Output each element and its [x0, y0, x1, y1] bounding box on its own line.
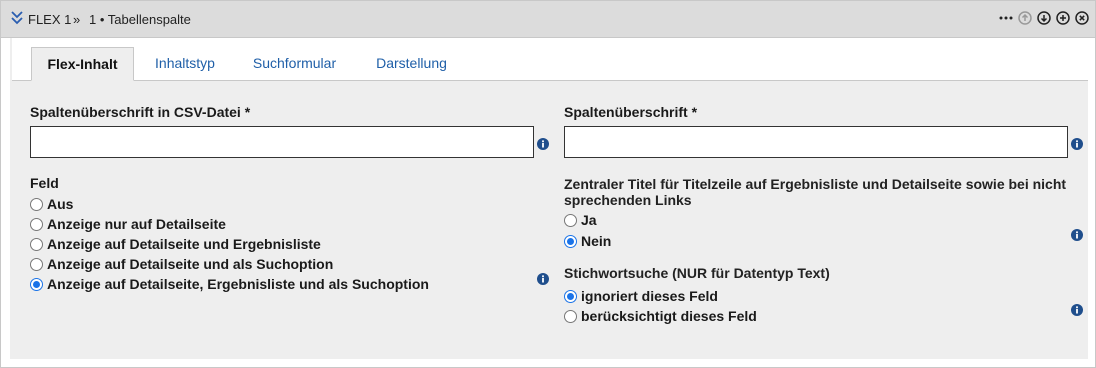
- radio-button[interactable]: [30, 237, 43, 251]
- radio-label: Ja: [581, 212, 597, 228]
- tab-bar: Flex-Inhalt Inhaltstyp Suchformular Dars…: [12, 38, 1088, 81]
- tab-inhaltstyp[interactable]: Inhaltstyp: [142, 47, 228, 80]
- feld-option-detail-ergebnis-suche[interactable]: Anzeige auf Detailseite, Ergebnisliste u…: [30, 275, 429, 293]
- keyword-search-label: Stichwortsuche (NUR für Datentyp Text): [564, 265, 830, 281]
- info-icon[interactable]: [537, 138, 549, 150]
- panel-content: Flex-Inhalt Inhaltstyp Suchformular Dars…: [10, 38, 1088, 359]
- feld-option-detail-ergebnis[interactable]: Anzeige auf Detailseite und Ergebnislist…: [30, 235, 321, 253]
- keyword-option-beruecksichtigt[interactable]: berücksichtigt dieses Feld: [564, 307, 757, 325]
- radio-button[interactable]: [564, 289, 577, 303]
- move-up-icon[interactable]: [1018, 11, 1032, 25]
- more-icon[interactable]: [999, 11, 1013, 25]
- central-title-label-line1: Zentraler Titel für Titelzeile auf Ergeb…: [564, 176, 1067, 192]
- header-actions: [999, 11, 1089, 25]
- csv-header-input[interactable]: [30, 126, 534, 158]
- panel-title: FLEX 1: [28, 12, 72, 27]
- radio-label: berücksichtigt dieses Feld: [581, 308, 757, 324]
- flex-panel: FLEX 1 » 1 • Tabellenspalte Flex-Inhalt …: [0, 0, 1096, 368]
- radio-button[interactable]: [564, 213, 577, 227]
- info-icon[interactable]: [1071, 304, 1083, 316]
- info-icon[interactable]: [1071, 138, 1083, 150]
- info-icon[interactable]: [1071, 229, 1083, 241]
- radio-button[interactable]: [564, 234, 577, 248]
- radio-label: Anzeige nur auf Detailseite: [47, 216, 226, 232]
- feld-label: Feld: [30, 175, 59, 191]
- breadcrumb-separator: »: [73, 12, 81, 27]
- radio-button[interactable]: [30, 217, 43, 231]
- radio-label: Aus: [47, 196, 74, 212]
- radio-button[interactable]: [30, 277, 43, 291]
- feld-option-detailseite[interactable]: Anzeige nur auf Detailseite: [30, 215, 226, 233]
- column-header-label: Spaltenüberschrift *: [564, 104, 698, 120]
- radio-label: Nein: [581, 233, 612, 249]
- central-title-option-nein[interactable]: Nein: [564, 232, 611, 250]
- add-icon[interactable]: [1056, 11, 1070, 25]
- feld-option-detail-suche[interactable]: Anzeige auf Detailseite und als Suchopti…: [30, 255, 333, 273]
- feld-option-aus[interactable]: Aus: [30, 195, 73, 213]
- keyword-option-ignoriert[interactable]: ignoriert dieses Feld: [564, 287, 718, 305]
- tab-suchformular[interactable]: Suchformular: [242, 47, 347, 80]
- radio-button[interactable]: [30, 197, 43, 211]
- info-icon[interactable]: [537, 273, 549, 285]
- close-icon[interactable]: [1075, 11, 1089, 25]
- central-title-label-line2: sprechenden Links: [564, 192, 692, 208]
- panel-header: FLEX 1 » 1 • Tabellenspalte: [1, 1, 1095, 38]
- radio-button[interactable]: [564, 309, 577, 323]
- csv-header-label: Spaltenüberschrift in CSV-Datei *: [30, 104, 251, 120]
- radio-button[interactable]: [30, 257, 43, 271]
- radio-label: Anzeige auf Detailseite, Ergebnisliste u…: [47, 276, 429, 292]
- panel-subtitle: 1 • Tabellenspalte: [89, 12, 191, 27]
- radio-label: ignoriert dieses Feld: [581, 288, 718, 304]
- radio-label: Anzeige auf Detailseite und Ergebnislist…: [47, 236, 321, 252]
- radio-label: Anzeige auf Detailseite und als Suchopti…: [47, 256, 334, 272]
- central-title-option-ja[interactable]: Ja: [564, 211, 597, 229]
- column-header-input[interactable]: [564, 126, 1068, 158]
- move-down-icon[interactable]: [1037, 11, 1051, 25]
- collapse-chevron-icon[interactable]: [10, 10, 24, 26]
- tab-flex-inhalt[interactable]: Flex-Inhalt: [31, 47, 134, 81]
- tab-darstellung[interactable]: Darstellung: [364, 47, 459, 80]
